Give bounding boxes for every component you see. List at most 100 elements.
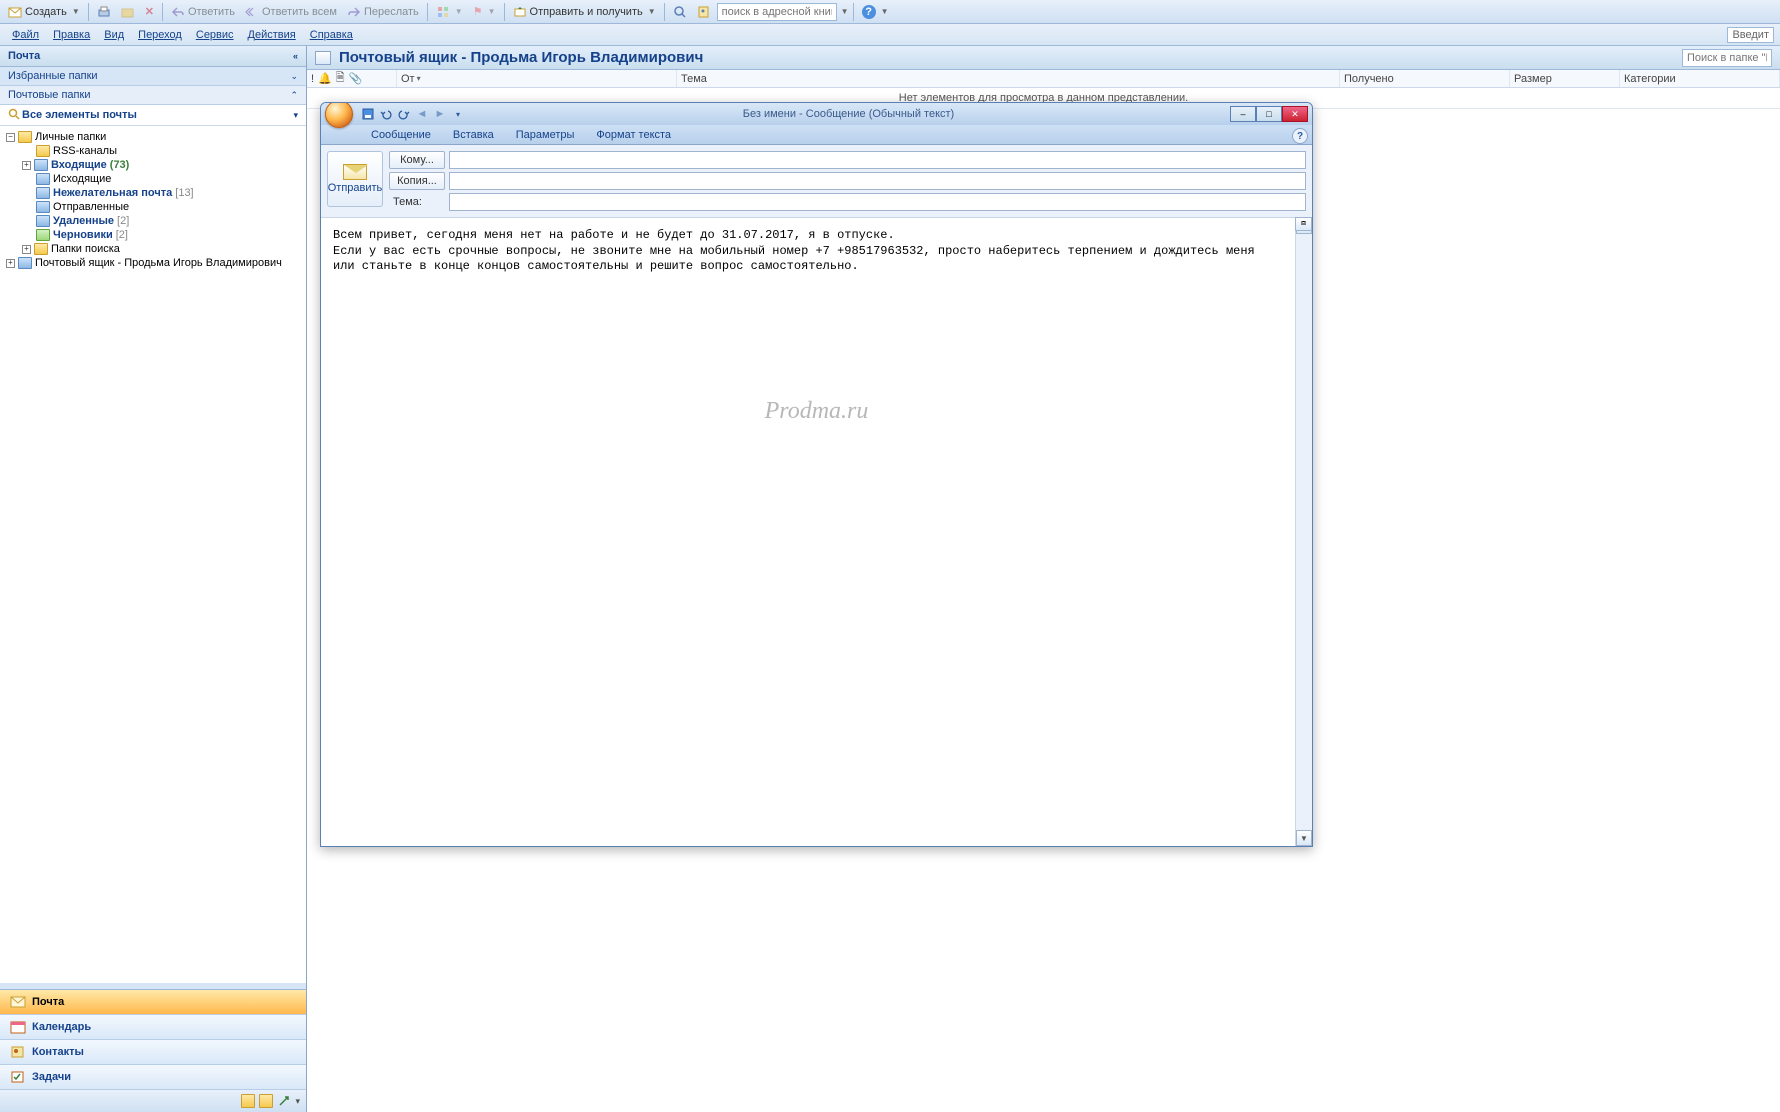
tab-insert[interactable]: Вставка — [443, 126, 504, 144]
expand-icon[interactable]: + — [22, 161, 31, 170]
help-button[interactable]: ?▼ — [858, 2, 893, 22]
nav-calendar[interactable]: Календарь — [0, 1015, 306, 1040]
column-size[interactable]: Размер — [1510, 70, 1620, 87]
to-input[interactable] — [449, 151, 1306, 169]
icon-columns[interactable]: ! 🔔 🗎 📎 — [307, 70, 397, 87]
junk-node[interactable]: Нежелательная почта [13] — [2, 186, 304, 200]
qat-prev[interactable]: ◄ — [413, 105, 431, 123]
scroll-down-button[interactable]: ▼ — [1296, 830, 1312, 846]
dropdown-icon[interactable]: ▾ — [293, 110, 298, 121]
rss-node[interactable]: RSS-каналы — [2, 144, 304, 158]
vertical-scrollbar[interactable]: ⧈ ▲ ▼ — [1295, 218, 1312, 846]
qat-save[interactable] — [359, 105, 377, 123]
nav-contacts[interactable]: Контакты — [0, 1040, 306, 1065]
nav-tasks[interactable]: Задачи — [0, 1065, 306, 1090]
nav-mail[interactable]: Почта — [0, 990, 306, 1015]
tab-message[interactable]: Сообщение — [361, 126, 441, 144]
deleted-node[interactable]: Удаленные [2] — [2, 214, 304, 228]
scroll-track[interactable] — [1296, 234, 1312, 830]
personal-folders-node[interactable]: − Личные папки — [2, 130, 304, 144]
menu-go[interactable]: Переход — [132, 27, 188, 43]
notes-icon[interactable] — [241, 1094, 255, 1108]
subject-input[interactable] — [449, 193, 1306, 211]
send-receive-button[interactable]: Отправить и получить ▼ — [509, 2, 660, 22]
forward-button[interactable]: Переслать — [343, 2, 423, 22]
column-categories[interactable]: Категории — [1620, 70, 1780, 87]
drafts-node[interactable]: Черновики [2] — [2, 228, 304, 242]
nav-calendar-label: Календарь — [32, 1021, 91, 1033]
menu-tools[interactable]: Сервис — [190, 27, 240, 43]
to-button[interactable]: Кому... — [389, 151, 445, 169]
expand-icon[interactable]: + — [6, 259, 15, 268]
menu-actions[interactable]: Действия — [242, 27, 302, 43]
collapse-icon[interactable]: − — [6, 133, 15, 142]
send-receive-label: Отправить и получить — [530, 6, 643, 18]
delete-button[interactable]: ✕ — [141, 2, 158, 22]
search-icon — [673, 5, 687, 19]
tab-options[interactable]: Параметры — [506, 126, 585, 144]
find-button[interactable] — [669, 2, 691, 22]
calendar-icon — [10, 1020, 24, 1034]
outbox-node[interactable]: Исходящие — [2, 172, 304, 186]
column-received[interactable]: Получено — [1340, 70, 1510, 87]
mail-folders-label: Почтовые папки — [8, 89, 90, 101]
addressbook-search-input[interactable] — [717, 3, 837, 21]
menu-help[interactable]: Справка — [304, 27, 359, 43]
collapse-icon[interactable]: « — [293, 51, 298, 61]
folder-search-input[interactable] — [1682, 49, 1772, 67]
tab-format[interactable]: Формат текста — [586, 126, 681, 144]
sent-node[interactable]: Отправленные — [2, 200, 304, 214]
shortcuts-icon[interactable] — [277, 1094, 291, 1108]
create-button[interactable]: Создать ▼ — [4, 2, 84, 22]
qat-customize[interactable]: ▾ — [449, 105, 467, 123]
followup-button[interactable]: ⚑▼ — [469, 2, 500, 22]
menu-bar: Файл Правка Вид Переход Сервис Действия … — [0, 24, 1780, 46]
ribbon-help-button[interactable]: ? — [1292, 128, 1308, 144]
expand-icon[interactable]: + — [22, 245, 31, 254]
trash-icon — [36, 215, 50, 227]
column-from[interactable]: От ▾ — [397, 70, 677, 87]
move-button[interactable] — [117, 2, 139, 22]
print-button[interactable] — [93, 2, 115, 22]
rss-label: RSS-каналы — [53, 145, 117, 157]
qat-undo[interactable] — [377, 105, 395, 123]
reply-button[interactable]: Ответить — [167, 2, 239, 22]
minimize-button[interactable]: – — [1230, 106, 1256, 122]
menu-file[interactable]: Файл — [6, 27, 45, 43]
reply-all-button[interactable]: Ответить всем — [241, 2, 341, 22]
all-mail-items-row[interactable]: Все элементы почты ▾ — [0, 105, 306, 126]
addressbook-button[interactable] — [693, 2, 715, 22]
categorize-button[interactable]: ▼ — [432, 2, 467, 22]
configure-buttons-icon[interactable]: ▾ — [295, 1096, 300, 1107]
mail-section-header[interactable]: Почта « — [0, 46, 306, 67]
contacts-icon — [10, 1045, 24, 1059]
inbox-node[interactable]: + Входящие (73) — [2, 158, 304, 172]
nav-contacts-label: Контакты — [32, 1046, 84, 1058]
separator — [664, 3, 665, 21]
qat-next[interactable]: ► — [431, 105, 449, 123]
column-subject[interactable]: Тема — [677, 70, 1340, 87]
folder-list-icon[interactable] — [259, 1094, 273, 1108]
nav-footer: ▾ — [0, 1090, 306, 1112]
favorite-folders-header[interactable]: Избранные папки ⌄ — [0, 67, 306, 86]
send-button[interactable]: Отправить — [327, 151, 383, 207]
compose-titlebar[interactable]: ◄ ► ▾ Без имени - Сообщение (Обычный тек… — [321, 103, 1312, 125]
close-button[interactable]: ✕ — [1282, 106, 1308, 122]
mail-folders-header[interactable]: Почтовые папки ⌃ — [0, 86, 306, 105]
maximize-button[interactable]: □ — [1256, 106, 1282, 122]
search-folders-node[interactable]: + Папки поиска — [2, 242, 304, 256]
folder-tree: − Личные папки RSS-каналы + Входящие (73… — [0, 126, 306, 746]
compose-body[interactable]: Всем привет, сегодня меня нет на работе … — [321, 218, 1295, 846]
mailbox2-node[interactable]: + Почтовый ящик - Продьма Игорь Владимир… — [2, 256, 304, 270]
outbox-icon — [36, 173, 50, 185]
dropdown-icon: ▼ — [72, 7, 80, 16]
menu-view[interactable]: Вид — [98, 27, 130, 43]
cc-button[interactable]: Копия... — [389, 172, 445, 190]
qat-redo[interactable] — [395, 105, 413, 123]
ruler-toggle[interactable]: ⧈ — [1295, 217, 1312, 231]
cc-input[interactable] — [449, 172, 1306, 190]
compose-body-wrap: Всем привет, сегодня меня нет на работе … — [321, 218, 1312, 846]
type-question-hint[interactable]: Введит — [1727, 27, 1774, 43]
navigation-pane: Почта « Избранные папки ⌄ Почтовые папки… — [0, 46, 307, 1112]
menu-edit[interactable]: Правка — [47, 27, 96, 43]
